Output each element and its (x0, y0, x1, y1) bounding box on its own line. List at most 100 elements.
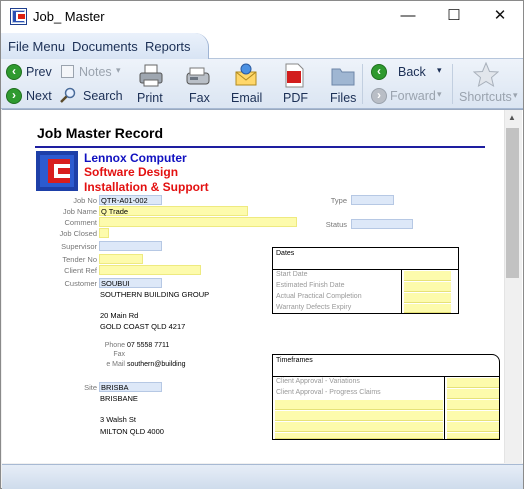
actual-completion-field[interactable] (404, 293, 451, 303)
customer-name: SOUTHERN BUILDING GROUP (100, 290, 210, 299)
timeframe-extra-field[interactable] (275, 433, 443, 439)
variations-field[interactable] (447, 378, 499, 388)
timeframe-extra-field[interactable] (275, 411, 443, 421)
start-date-field[interactable] (404, 271, 451, 281)
menu-reports[interactable]: Reports (145, 39, 191, 54)
next-arrow-icon[interactable]: › (6, 88, 22, 104)
forward-dropdown-icon[interactable]: ▾ (437, 89, 442, 100)
back-button[interactable]: Back (398, 65, 426, 79)
menu-file[interactable]: File Menu (8, 39, 65, 54)
label-site: Site (84, 383, 97, 392)
label-customer: Customer (64, 279, 97, 288)
est-finish-date-field[interactable] (404, 282, 451, 292)
company-name-line3: Installation & Support (84, 180, 209, 194)
pdf-icon[interactable] (284, 63, 304, 89)
job-closed-checkbox[interactable] (99, 228, 109, 238)
title-bar: Job_ Master — ☐ ✕ (1, 1, 523, 33)
email-button[interactable]: Email (231, 91, 262, 105)
heading-rule (35, 146, 485, 148)
type-field[interactable] (351, 195, 394, 205)
site-address-line2: MILTON QLD 4000 (100, 427, 164, 436)
job-name-field[interactable]: Q Trade (99, 206, 248, 216)
label-job-name: Job Name (62, 207, 97, 216)
status-field[interactable] (351, 219, 413, 229)
back-arrow-icon[interactable]: ‹ (371, 64, 387, 80)
dates-row-actual-completion: Actual Practical Completion (276, 293, 362, 300)
customer-email: southern@building (127, 361, 186, 368)
next-button[interactable]: Next (26, 89, 52, 103)
print-button[interactable]: Print (137, 91, 163, 105)
label-supervisor: Supervisor (61, 242, 97, 251)
files-button[interactable]: Files (330, 91, 356, 105)
company-name-line1: Lennox Computer (84, 151, 187, 165)
timeframe-extra-field[interactable] (275, 422, 443, 432)
label-phone: Phone (104, 342, 125, 349)
notes-dropdown-icon[interactable]: ▾ (116, 65, 121, 76)
dates-divider (272, 269, 459, 270)
menu-documents[interactable]: Documents (72, 39, 138, 54)
star-icon[interactable] (473, 62, 499, 88)
window-title: Job_ Master (33, 9, 105, 24)
timeframe-extra-value[interactable] (447, 411, 499, 421)
progress-claims-field[interactable] (447, 389, 499, 399)
forward-button[interactable]: Forward (390, 89, 436, 103)
dates-row-warranty: Warranty Defects Expiry (276, 304, 352, 311)
dates-row-start: Start Date (276, 271, 308, 278)
status-bar (2, 464, 523, 489)
notes-button[interactable]: Notes (79, 65, 112, 79)
customer-code-field[interactable]: SOUBUI (99, 278, 162, 288)
toolbar-separator (452, 64, 453, 104)
scrollbar-thumb[interactable] (506, 128, 519, 278)
label-status: Status (325, 220, 347, 229)
pdf-button[interactable]: PDF (283, 91, 308, 105)
timeframe-extra-value[interactable] (447, 422, 499, 432)
search-button[interactable]: Search (83, 89, 123, 103)
notes-icon[interactable] (61, 65, 74, 78)
label-client-ref: Client Ref (64, 266, 97, 275)
timeframes-divider (272, 376, 500, 377)
company-logo-icon (36, 151, 78, 191)
prev-button[interactable]: Prev (26, 65, 52, 79)
site-code-field[interactable]: BRISBA (99, 382, 162, 392)
label-tender-no: Tender No (62, 255, 97, 264)
maximize-button[interactable]: ☐ (431, 1, 477, 33)
toolbar-separator (362, 64, 363, 104)
forward-arrow-icon[interactable]: › (371, 88, 387, 104)
timeframes-title: Timeframes (276, 357, 313, 364)
close-button[interactable]: ✕ (477, 1, 523, 33)
customer-address-line1: 20 Main Rd (100, 311, 139, 320)
customer-address-line2: GOLD COAST QLD 4217 (100, 322, 186, 331)
shortcuts-dropdown-icon[interactable]: ▾ (513, 90, 518, 101)
timeframe-extra-value[interactable] (447, 400, 499, 410)
back-dropdown-icon[interactable]: ▾ (437, 65, 442, 76)
warranty-expiry-field[interactable] (404, 304, 451, 313)
client-ref-field[interactable] (99, 265, 201, 275)
minimize-button[interactable]: — (385, 1, 431, 33)
printer-icon[interactable] (138, 63, 164, 89)
email-icon[interactable] (234, 63, 258, 89)
site-address-line1: 3 Walsh St (100, 415, 136, 424)
comment-field[interactable] (99, 217, 297, 227)
scroll-up-icon[interactable]: ▲ (508, 113, 516, 122)
app-logo-icon (10, 8, 27, 25)
shortcuts-button[interactable]: Shortcuts (459, 90, 512, 104)
label-fax: Fax (113, 351, 125, 358)
label-job-no: Job No (73, 196, 97, 205)
prev-arrow-icon[interactable]: ‹ (6, 64, 22, 80)
timeframes-row-progress-claims: Client Approval - Progress Claims (276, 389, 381, 396)
site-name: BRISBANE (100, 394, 138, 403)
timeframe-extra-field[interactable] (275, 400, 443, 410)
fax-button[interactable]: Fax (189, 91, 210, 105)
timeframes-row-variations: Client Approval - Variations (276, 378, 360, 385)
label-email: e Mail (106, 361, 125, 368)
fax-icon[interactable] (185, 65, 211, 87)
folder-icon[interactable] (330, 65, 356, 87)
record-heading: Job Master Record (37, 125, 164, 141)
job-no-field[interactable]: QTR-A01-002 (99, 195, 162, 205)
label-job-closed: Job Closed (59, 229, 97, 238)
timeframe-extra-value[interactable] (447, 433, 499, 439)
tender-no-field[interactable] (99, 254, 143, 264)
dates-column-divider (401, 269, 402, 314)
search-icon[interactable] (59, 87, 77, 105)
supervisor-field[interactable] (99, 241, 162, 251)
